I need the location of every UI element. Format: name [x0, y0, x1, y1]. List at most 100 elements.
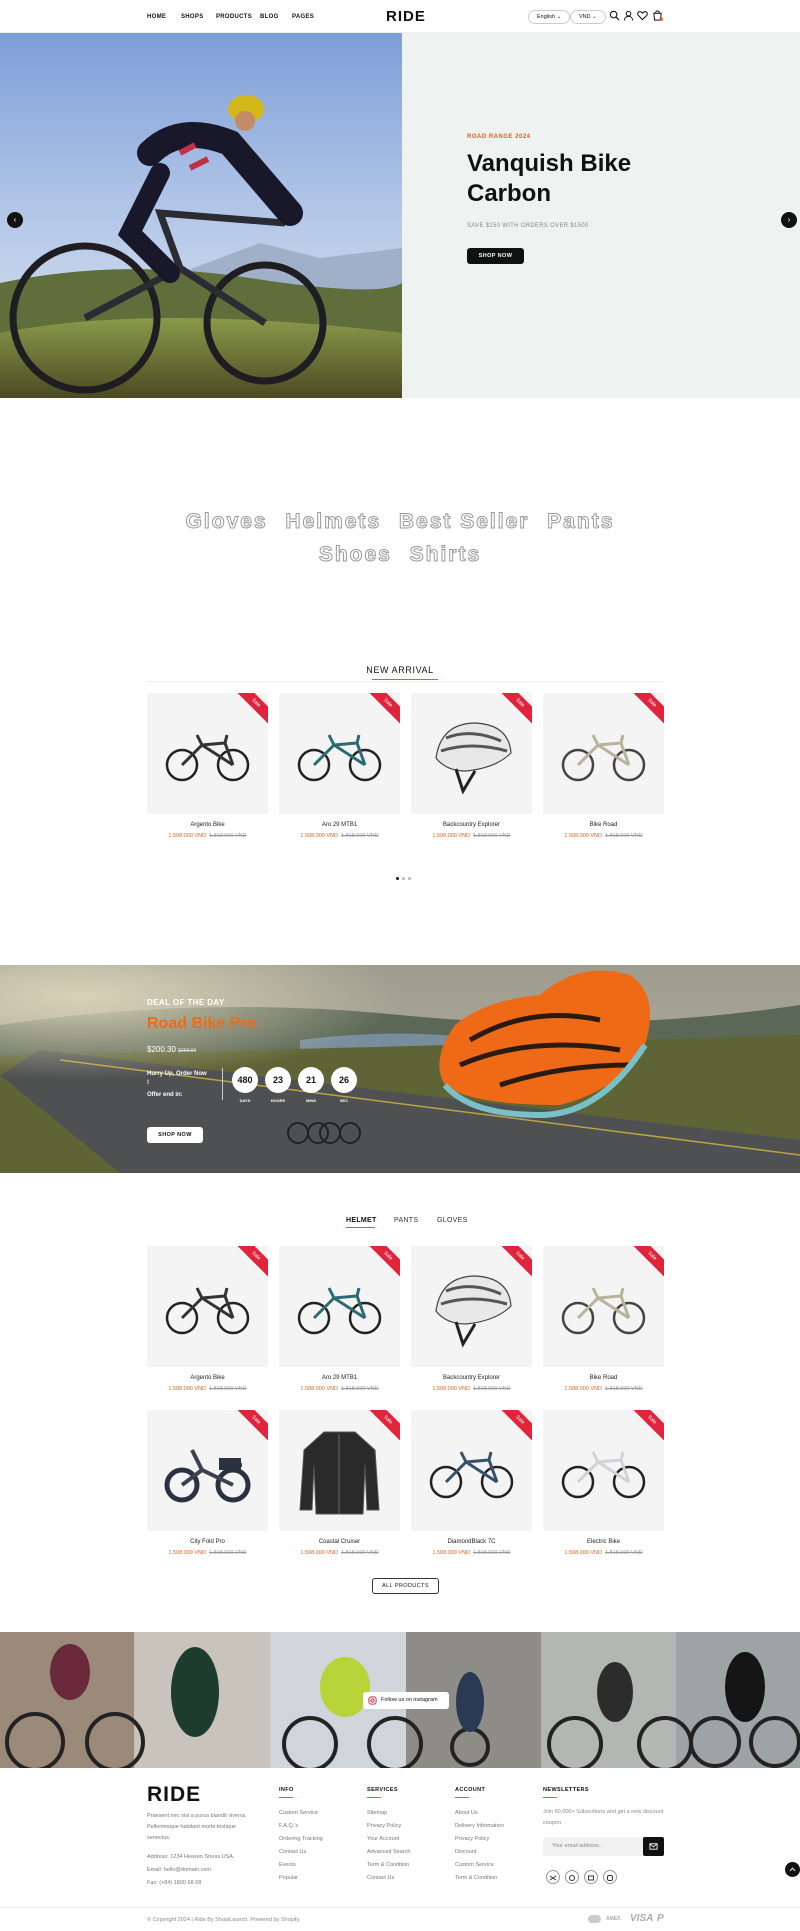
heart-icon[interactable] [637, 10, 648, 21]
nav-products[interactable]: PRODUCTS [216, 14, 252, 20]
hero-prev-button[interactable]: ‹ [7, 212, 23, 228]
product-name[interactable]: Electric Bike [543, 1539, 664, 1545]
product-card[interactable]: Sale Argento Bike 1.508.000 VND 1.818.000 V… [147, 693, 268, 839]
product-name[interactable]: Aro 29 MTB1 [279, 822, 400, 828]
user-icon[interactable] [623, 10, 634, 21]
product-card[interactable]: Sale Backcountry Explorer 1.508.000 VND 1.8… [411, 693, 532, 839]
countdown: 480 DAYS 23 HOURS 21 MINS 26 SEC [232, 1067, 362, 1107]
footer-link[interactable]: About Us [455, 1810, 478, 1816]
footer-link[interactable]: Sitemap [367, 1810, 387, 1816]
footer-link[interactable]: Contact Us [279, 1849, 306, 1855]
category-pants[interactable]: Pants [547, 510, 614, 534]
product-name[interactable]: Aro 29 MTB1 [279, 1375, 400, 1381]
nav-shops[interactable]: SHOPS [181, 14, 204, 20]
footer-link[interactable]: Contact Us [367, 1875, 394, 1881]
footer-link[interactable]: Privacy Policy [455, 1836, 489, 1842]
product-name[interactable]: Bike Road [543, 822, 664, 828]
product-card[interactable]: Sale Bike Road 1.508.000 VND 1.818.000 VND [543, 1246, 664, 1392]
product-card[interactable]: Sale Backcountry Explorer 1.508.000 VND 1.8… [411, 1246, 532, 1392]
currency-select[interactable]: VND ⌄ [570, 10, 606, 24]
footer-link[interactable]: Ordering Tracking [279, 1836, 323, 1842]
pinterest-icon[interactable] [565, 1870, 579, 1884]
footer-link[interactable]: F.A.Q.'s [279, 1823, 298, 1829]
product-image[interactable]: Sale [543, 1410, 664, 1531]
carousel-dot[interactable] [402, 877, 405, 880]
product-image[interactable]: Sale [147, 693, 268, 814]
tab-helmet[interactable]: HELMET [346, 1217, 377, 1224]
product-card[interactable]: Sale Coastal Cruiser 1.508.000 VND 1.818.00… [279, 1410, 400, 1556]
footer-link[interactable]: Term & Condition [367, 1862, 409, 1868]
footer-link[interactable]: Delivery Information [455, 1823, 504, 1829]
twitter-icon[interactable] [546, 1870, 560, 1884]
category-shoes[interactable]: Shoes [318, 543, 392, 567]
footer-link[interactable]: Privacy Policy [367, 1823, 401, 1829]
product-card[interactable]: Sale Argento Bike 1.508.000 VND 1.818.000 V… [147, 1246, 268, 1392]
product-card[interactable]: Sale Aro 29 MTB1 1.508.000 VND 1.818.000 VN… [279, 1246, 400, 1392]
site-logo[interactable]: RIDE [386, 8, 426, 25]
footer-link[interactable]: Term & Condition [455, 1875, 497, 1881]
product-image[interactable]: Sale [279, 693, 400, 814]
tab-gloves[interactable]: GLOVES [437, 1217, 468, 1224]
product-name[interactable]: Argento Bike [147, 1375, 268, 1381]
product-price: 1.508.000 VND 1.818.000 VND [543, 833, 664, 839]
all-products-button[interactable]: ALL PRODUCTS [372, 1578, 439, 1594]
product-card[interactable]: Sale Bike Road 1.508.000 VND 1.818.000 VND [543, 693, 664, 839]
product-card[interactable]: Sale Aro 29 MTB1 1.508.000 VND 1.818.000 VN… [279, 693, 400, 839]
hero-next-button[interactable]: › [781, 212, 797, 228]
product-name[interactable]: Bike Road [543, 1375, 664, 1381]
product-name[interactable]: DiamondBlack 7C [411, 1539, 532, 1545]
footer-link[interactable]: Popular [279, 1875, 298, 1881]
category-gloves[interactable]: Gloves [185, 510, 268, 534]
product-card[interactable]: Sale Electric Bike 1.508.000 VND 1.818.000 … [543, 1410, 664, 1556]
category-helmets[interactable]: Helmets [285, 510, 381, 534]
product-image[interactable]: Sale [411, 1410, 532, 1531]
instagram-icon[interactable] [603, 1870, 617, 1884]
footer-link[interactable]: Custom Service [455, 1862, 494, 1868]
carousel-dot-active[interactable] [396, 877, 399, 880]
deal-shop-now-button[interactable]: SHOP NOW [147, 1127, 203, 1143]
product-price: 1.508.000 VND 1.818.000 VND [411, 1386, 532, 1392]
back-to-top-button[interactable] [785, 1862, 800, 1877]
nav-blog[interactable]: BLOG [260, 14, 279, 20]
footer-about-line: senectus. [147, 1835, 171, 1841]
footer-link[interactable]: Custom Service [279, 1810, 318, 1816]
footer-title-underline [367, 1797, 381, 1798]
footer-logo[interactable]: RIDE [147, 1783, 201, 1807]
tab-active-underline [346, 1227, 375, 1228]
product-image[interactable]: Sale [411, 1246, 532, 1367]
price-current: 1.508.000 VND [168, 1386, 206, 1392]
category-best-seller[interactable]: Best Seller [398, 510, 530, 534]
newsletter-submit-button[interactable] [643, 1837, 664, 1856]
hero-shop-now-button[interactable]: SHOP NOW [467, 248, 524, 264]
instagram-follow-button[interactable]: Follow us on instagram [363, 1692, 449, 1709]
carousel-dot[interactable] [408, 877, 411, 880]
product-name[interactable]: Backcountry Explorer [411, 1375, 532, 1381]
product-image[interactable]: Sale [279, 1410, 400, 1531]
footer-link[interactable]: Advanced Search [367, 1849, 410, 1855]
payment-paypal: P [657, 1913, 664, 1924]
newsletter-email-input[interactable]: Your email address... [543, 1837, 643, 1856]
product-name[interactable]: Backcountry Explorer [411, 822, 532, 828]
product-card[interactable]: Sale DiamondBlack 7C 1.508.000 VND 1.818.00… [411, 1410, 532, 1556]
product-image[interactable]: Sale [147, 1246, 268, 1367]
nav-pages[interactable]: PAGES [292, 14, 314, 20]
product-card[interactable]: Sale City Fold Pro 1.508.000 VND 1.818.000 … [147, 1410, 268, 1556]
product-name[interactable]: Coastal Cruiser [279, 1539, 400, 1545]
product-name[interactable]: Argento Bike [147, 822, 268, 828]
product-image[interactable]: Sale [411, 693, 532, 814]
language-select[interactable]: English ⌄ [528, 10, 571, 24]
product-image[interactable]: Sale [279, 1246, 400, 1367]
product-image[interactable]: Sale [147, 1410, 268, 1531]
nav-home[interactable]: HOME [147, 14, 166, 20]
footer-link[interactable]: Events [279, 1862, 296, 1868]
category-shirts[interactable]: Shirts [409, 543, 482, 567]
footer-link[interactable]: Your Account [367, 1836, 399, 1842]
search-icon[interactable] [609, 10, 620, 21]
product-image[interactable]: Sale [543, 1246, 664, 1367]
behance-icon[interactable] [584, 1870, 598, 1884]
product-image[interactable]: Sale [543, 693, 664, 814]
product-name[interactable]: City Fold Pro [147, 1539, 268, 1545]
footer-link[interactable]: Discount [455, 1849, 476, 1855]
tab-pants[interactable]: PANTS [394, 1217, 418, 1224]
cart-icon[interactable] [652, 10, 663, 21]
